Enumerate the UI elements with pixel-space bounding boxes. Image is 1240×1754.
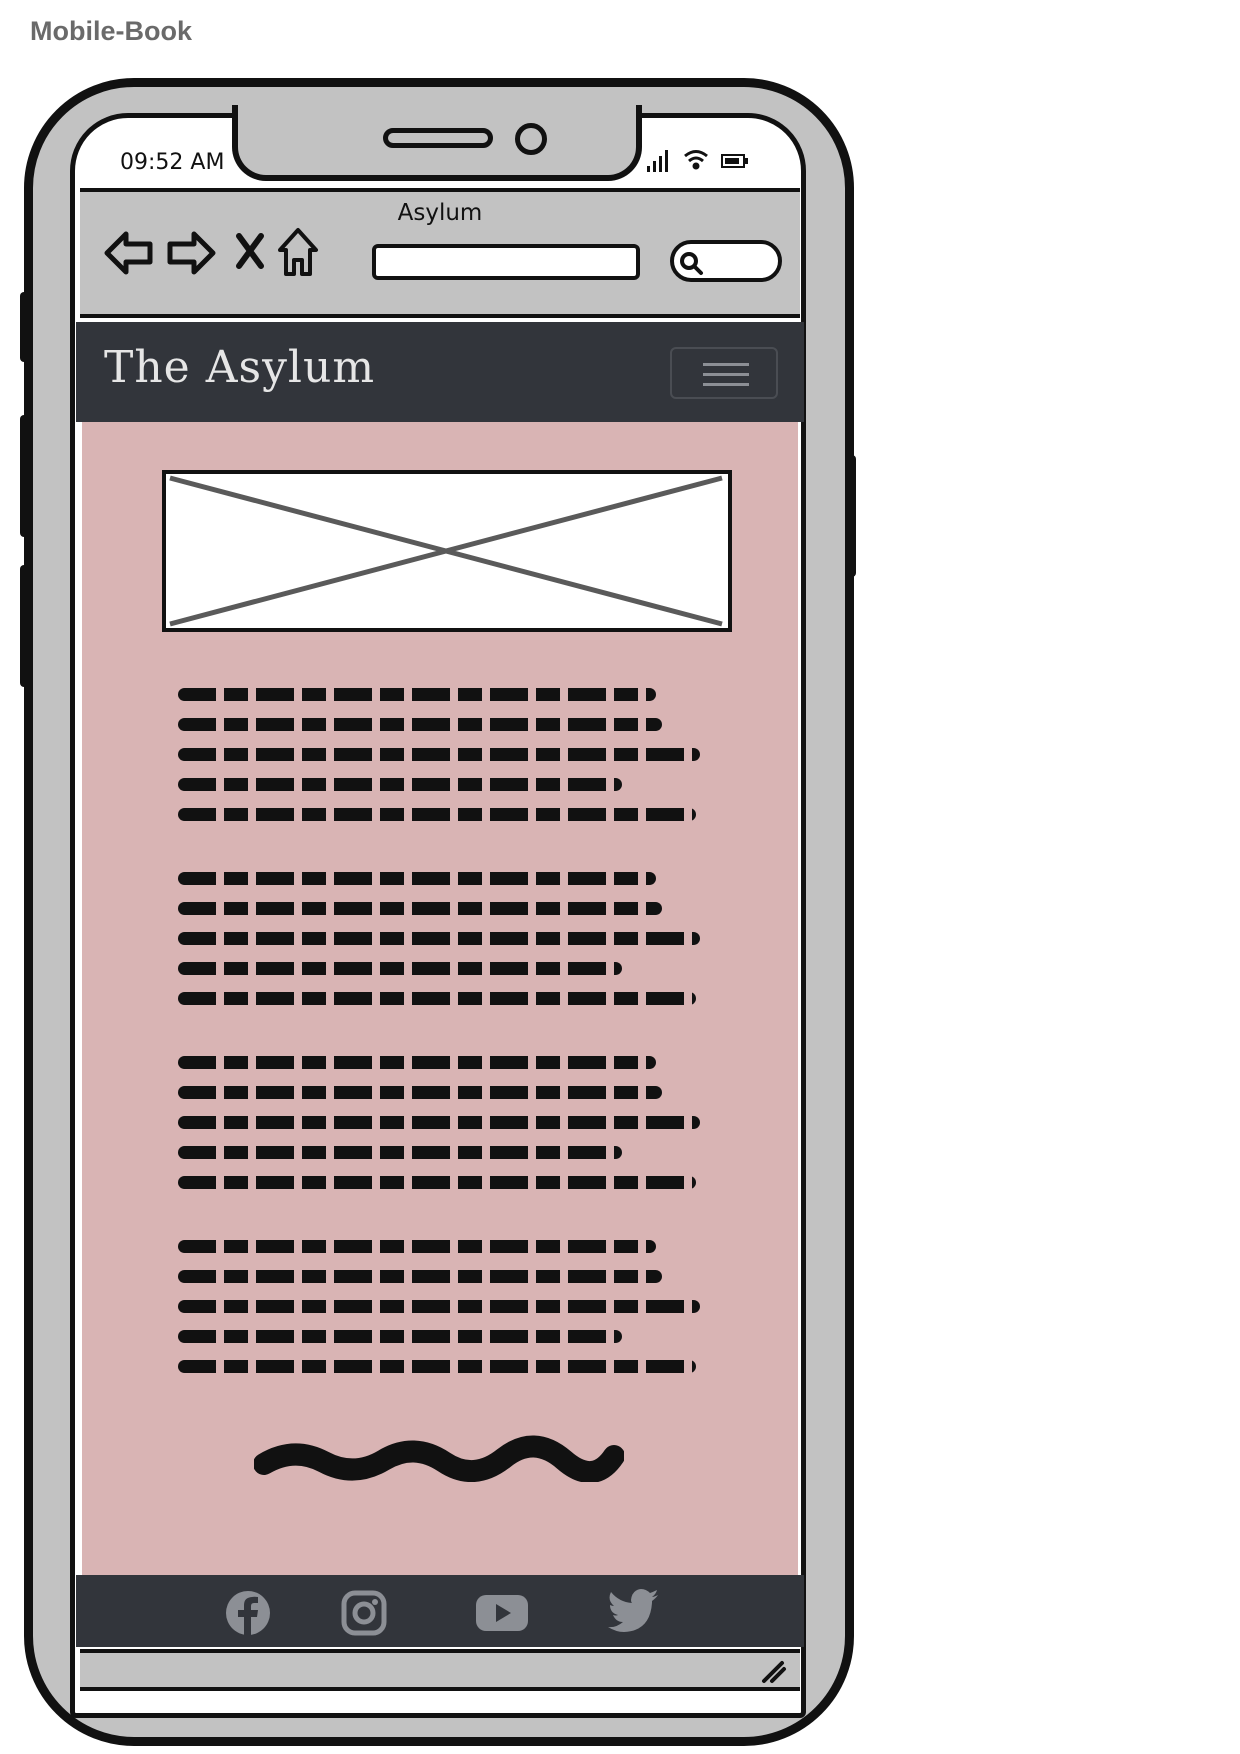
hamburger-line [703,373,749,376]
hamburger-line [703,383,749,386]
signal-icon [647,150,668,172]
battery-icon [721,154,748,168]
text-paragraph [178,1240,718,1390]
text-paragraph [178,1056,718,1206]
hamburger-line [703,363,749,366]
resize-handle-icon[interactable] [758,1657,788,1685]
text-paragraph [178,688,718,838]
front-camera [515,123,547,155]
twitter-icon[interactable] [608,1589,660,1635]
speaker-grille [383,128,493,148]
search-icon [680,252,703,275]
menu-toggle-button[interactable] [670,347,778,399]
signature-scribble [254,1435,624,1482]
back-arrow-icon[interactable] [104,230,154,276]
browser-search-input[interactable] [670,240,782,282]
home-icon[interactable] [276,226,320,278]
browser-bottom-bar [80,1649,800,1691]
site-footer [76,1575,804,1647]
wifi-icon [684,150,708,170]
image-placeholder [162,470,732,632]
browser-title: Asylum [397,200,483,226]
youtube-icon[interactable] [474,1593,530,1633]
forward-arrow-icon[interactable] [166,230,216,276]
stop-icon[interactable] [235,232,265,270]
page-label: Mobile-Book [30,16,192,46]
instagram-icon[interactable] [340,1589,388,1637]
address-bar-input[interactable] [372,244,640,280]
facebook-icon[interactable] [224,1589,272,1637]
status-time: 09:52 AM [120,150,225,175]
text-paragraph [178,872,718,1022]
site-brand[interactable]: The Asylum [104,342,375,393]
site-navbar: The Asylum [76,322,804,422]
browser-toolbar: Asylum [80,188,800,318]
status-icons [645,146,755,172]
main-content [82,422,798,1575]
